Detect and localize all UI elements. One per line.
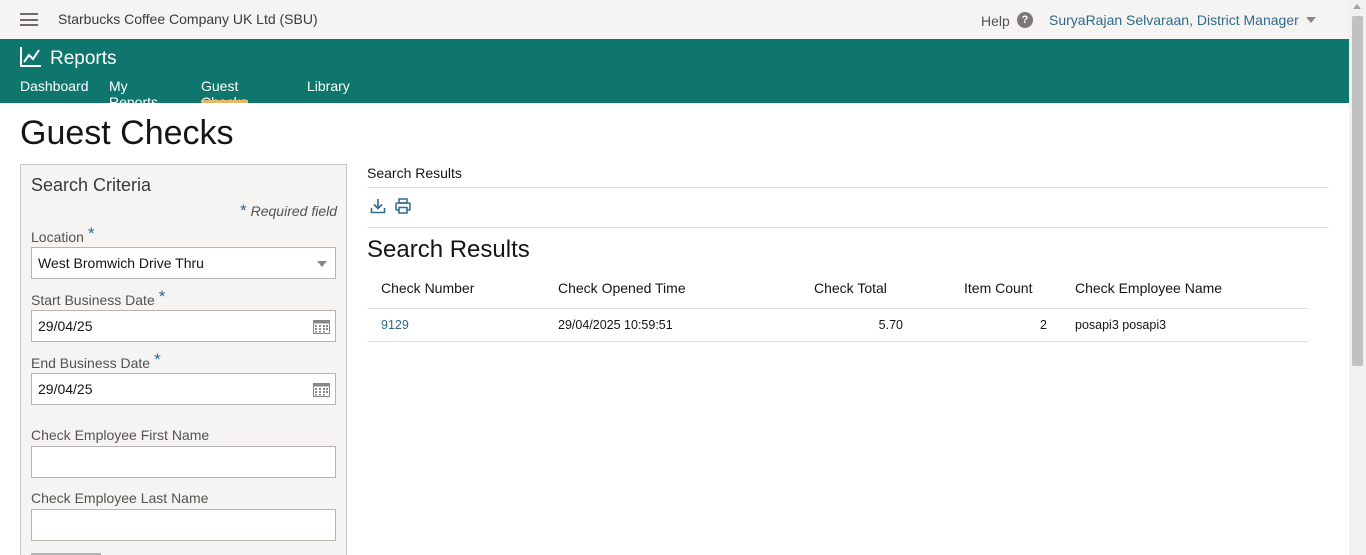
- column-header-check-number[interactable]: Check Number: [381, 280, 474, 296]
- panel-title: Search Criteria: [31, 175, 152, 195]
- check-employee-name: posapi3 posapi3: [1075, 318, 1167, 332]
- chevron-down-icon[interactable]: [317, 261, 327, 267]
- tab-library[interactable]: Library: [307, 78, 350, 103]
- first-name-input[interactable]: [31, 446, 336, 478]
- divider: [367, 187, 1329, 188]
- download-icon[interactable]: [370, 198, 386, 214]
- required-star: *: [240, 201, 247, 220]
- tab-guest-checks[interactable]: Guest Checks: [201, 78, 248, 110]
- line-chart-icon: [20, 47, 41, 67]
- question-circle-icon[interactable]: ?: [1017, 12, 1033, 28]
- last-name-input[interactable]: [31, 509, 336, 541]
- required-star: *: [87, 224, 95, 243]
- calendar-icon[interactable]: [313, 318, 330, 334]
- help-link[interactable]: Help: [981, 13, 1010, 29]
- end-date-value: 29/04/25: [38, 381, 93, 397]
- hamburger-menu-icon[interactable]: [20, 13, 38, 26]
- company-name: Starbucks Coffee Company UK Ltd (SBU): [58, 11, 318, 27]
- app-title: Reports: [50, 48, 117, 69]
- user-menu[interactable]: SuryaRajan Selvaraan, District Manager: [1049, 12, 1299, 28]
- scroll-up-icon[interactable]: [1353, 4, 1361, 9]
- start-date-input[interactable]: 29/04/25: [31, 310, 336, 342]
- required-star: *: [158, 287, 166, 306]
- tab-my-reports[interactable]: My Reports: [109, 78, 158, 110]
- chevron-down-icon[interactable]: [1306, 17, 1316, 23]
- location-select[interactable]: West Bromwich Drive Thru: [31, 247, 336, 279]
- location-label: Location *: [31, 224, 95, 247]
- start-date-label: Start Business Date *: [31, 287, 166, 310]
- last-name-label: Check Employee Last Name: [31, 490, 209, 506]
- table-divider: [367, 341, 1307, 342]
- end-date-input[interactable]: 29/04/25: [31, 373, 336, 405]
- tab-dashboard[interactable]: Dashboard: [20, 78, 89, 103]
- scroll-thumb[interactable]: [1352, 16, 1363, 366]
- end-date-label-text: End Business Date: [31, 355, 151, 371]
- results-title: Search Results: [367, 236, 530, 263]
- check-opened-time: 29/04/2025 10:59:51: [558, 318, 673, 332]
- column-header-opened-time[interactable]: Check Opened Time: [558, 280, 686, 296]
- check-total: 5.70: [878, 318, 903, 332]
- required-star: *: [154, 350, 161, 369]
- calendar-icon[interactable]: [313, 381, 330, 397]
- app-header: Reports Dashboard My Reports Guest Check…: [0, 39, 1349, 110]
- check-number-link[interactable]: 9129: [381, 318, 409, 332]
- start-date-value: 29/04/25: [38, 318, 93, 334]
- required-note-text: Required field: [250, 203, 337, 219]
- search-criteria-panel: Search Criteria * Required field Locatio…: [20, 164, 347, 555]
- end-date-label: End Business Date *: [31, 350, 161, 373]
- location-label-text: Location: [31, 229, 84, 245]
- clipped-field-label: [31, 550, 101, 555]
- print-icon[interactable]: [395, 198, 411, 214]
- divider: [367, 227, 1329, 228]
- top-bar: Starbucks Coffee Company UK Ltd (SBU) He…: [0, 0, 1349, 39]
- page-title: Guest Checks: [20, 114, 234, 152]
- table-divider: [367, 308, 1307, 309]
- column-header-employee-name[interactable]: Check Employee Name: [1075, 280, 1222, 296]
- results-breadcrumb: Search Results: [367, 165, 462, 181]
- column-header-check-total[interactable]: Check Total: [814, 280, 887, 296]
- required-field-note: * Required field: [240, 201, 337, 221]
- start-date-label-text: Start Business Date: [31, 292, 155, 308]
- location-value: West Bromwich Drive Thru: [38, 255, 204, 271]
- first-name-label: Check Employee First Name: [31, 427, 210, 443]
- column-header-item-count[interactable]: Item Count: [964, 280, 1032, 296]
- page-scrollbar[interactable]: [1349, 0, 1366, 555]
- item-count: 2: [1040, 318, 1047, 332]
